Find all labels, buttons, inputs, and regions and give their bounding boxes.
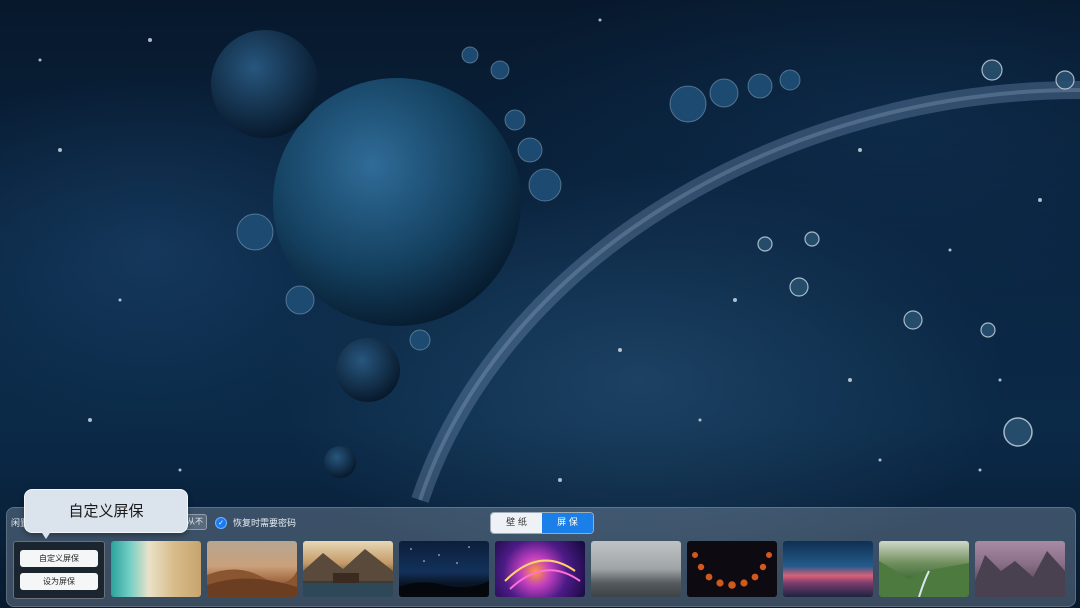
tab-screensaver[interactable]: 屏 保 <box>542 513 593 533</box>
green-valley-thumbnail[interactable] <box>879 541 969 597</box>
mountain-lake-cabin-thumbnail[interactable] <box>303 541 393 597</box>
require-password-option[interactable]: ✓ 恢复时需要密码 <box>215 516 296 529</box>
sunset-coast-thumbnail[interactable] <box>783 541 873 597</box>
screensaver-thumbnail-list: 自定义屏保 设为屏保 <box>13 541 1069 599</box>
require-password-label: 恢复时需要密码 <box>233 519 297 529</box>
wallpaper-screensaver-toggle: 壁 纸 屏 保 <box>490 512 594 534</box>
foggy-sea-thumbnail[interactable] <box>591 541 681 597</box>
abstract-neon-thumbnail[interactable] <box>495 541 585 597</box>
desert-dunes-thumbnail[interactable] <box>207 541 297 597</box>
tab-wallpaper[interactable]: 壁 纸 <box>491 513 542 533</box>
custom-screensaver-button[interactable]: 自定义屏保 <box>20 550 98 567</box>
tooltip-tail <box>40 530 52 539</box>
custom-screensaver-tile[interactable]: 自定义屏保 设为屏保 <box>13 541 105 599</box>
require-password-checkbox[interactable]: ✓ <box>215 516 227 529</box>
aerial-beach-thumbnail[interactable] <box>111 541 201 597</box>
set-as-screensaver-button[interactable]: 设为屏保 <box>20 573 98 590</box>
night-sky-thumbnail[interactable] <box>399 541 489 597</box>
lunar-eclipse-thumbnail[interactable] <box>687 541 777 597</box>
yosemite-dusk-thumbnail[interactable] <box>975 541 1065 597</box>
tooltip: 自定义屏保 <box>24 489 188 533</box>
